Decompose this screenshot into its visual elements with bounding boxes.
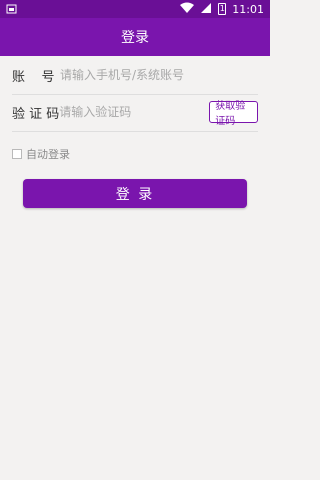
battery-icon: 1 (218, 3, 227, 15)
wifi-icon (180, 2, 195, 17)
auto-login-label: 自动登录 (26, 148, 70, 161)
notification-icon (6, 3, 18, 15)
status-bar: 1 11:01 (0, 0, 270, 18)
auto-login-option[interactable]: 自动登录 (12, 146, 70, 162)
status-icons: 1 11:01 (180, 2, 264, 16)
page-title: 登录 (121, 30, 149, 46)
get-code-button[interactable]: 获取验证码 (209, 101, 258, 127)
account-input[interactable] (60, 68, 258, 82)
login-button[interactable]: 登 录 (23, 179, 247, 208)
signal-icon (200, 2, 212, 17)
verification-code-row: 验 证 码 获取验证码 (12, 93, 258, 132)
account-label: 账 号 (12, 69, 55, 85)
auto-login-checkbox[interactable] (12, 149, 22, 159)
app-bar: 登录 (0, 18, 270, 56)
clock: 11:01 (232, 2, 264, 16)
battery-level: 1 (219, 4, 225, 13)
verification-code-label: 验 证 码 (12, 106, 60, 122)
verification-code-input[interactable] (59, 105, 210, 119)
account-row: 账 号 (12, 56, 258, 95)
